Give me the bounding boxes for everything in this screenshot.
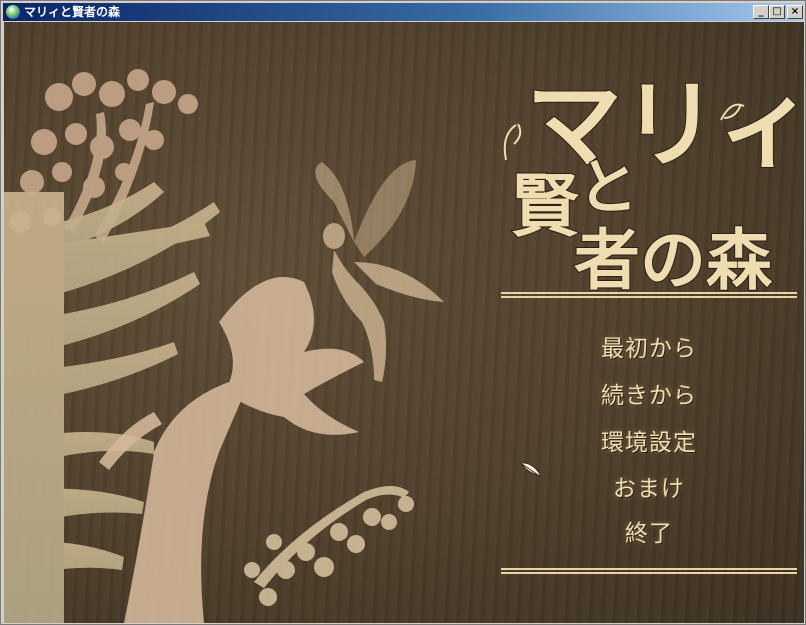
logo-title-line2a: 賢 [511, 167, 580, 247]
menu-item-extras[interactable]: おまけ [501, 469, 797, 503]
menu-item-quit[interactable]: 終了 [501, 514, 797, 548]
globe-icon [6, 5, 20, 19]
leaf-ornament-left [503, 123, 522, 161]
logo-title-line2b: と [578, 153, 638, 223]
logo-title-line1: マリィ [526, 68, 796, 181]
logo-title-line3: 者の森 [574, 221, 773, 295]
game-logo: マリィ 賢 と 者の森 [503, 67, 796, 295]
minimize-button[interactable]: _ [753, 5, 769, 19]
maximize-button[interactable]: □ [769, 5, 785, 19]
game-window: マリィと賢者の森 _ □ × マリィ 賢 と 者の森 最初から 続きから 環境設… [0, 0, 806, 625]
menu-item-settings[interactable]: 環境設定 [501, 423, 797, 457]
menu-item-continue[interactable]: 続きから [501, 376, 797, 410]
title-bar[interactable]: マリィと賢者の森 _ □ × [3, 3, 803, 21]
window-title: マリィと賢者の森 [24, 5, 121, 19]
close-button[interactable]: × [787, 5, 803, 19]
fairy-silhouette [315, 160, 444, 382]
menu-divider-bottom [501, 568, 797, 574]
title-screen: マリィ 賢 と 者の森 最初から 続きから 環境設定 おまけ 終了 [4, 22, 804, 623]
menu-divider-top [501, 292, 797, 298]
feather-quill-icon [520, 462, 542, 478]
lily-of-the-valley-silhouette [244, 486, 414, 606]
menu-item-new-game[interactable]: 最初から [501, 329, 797, 363]
